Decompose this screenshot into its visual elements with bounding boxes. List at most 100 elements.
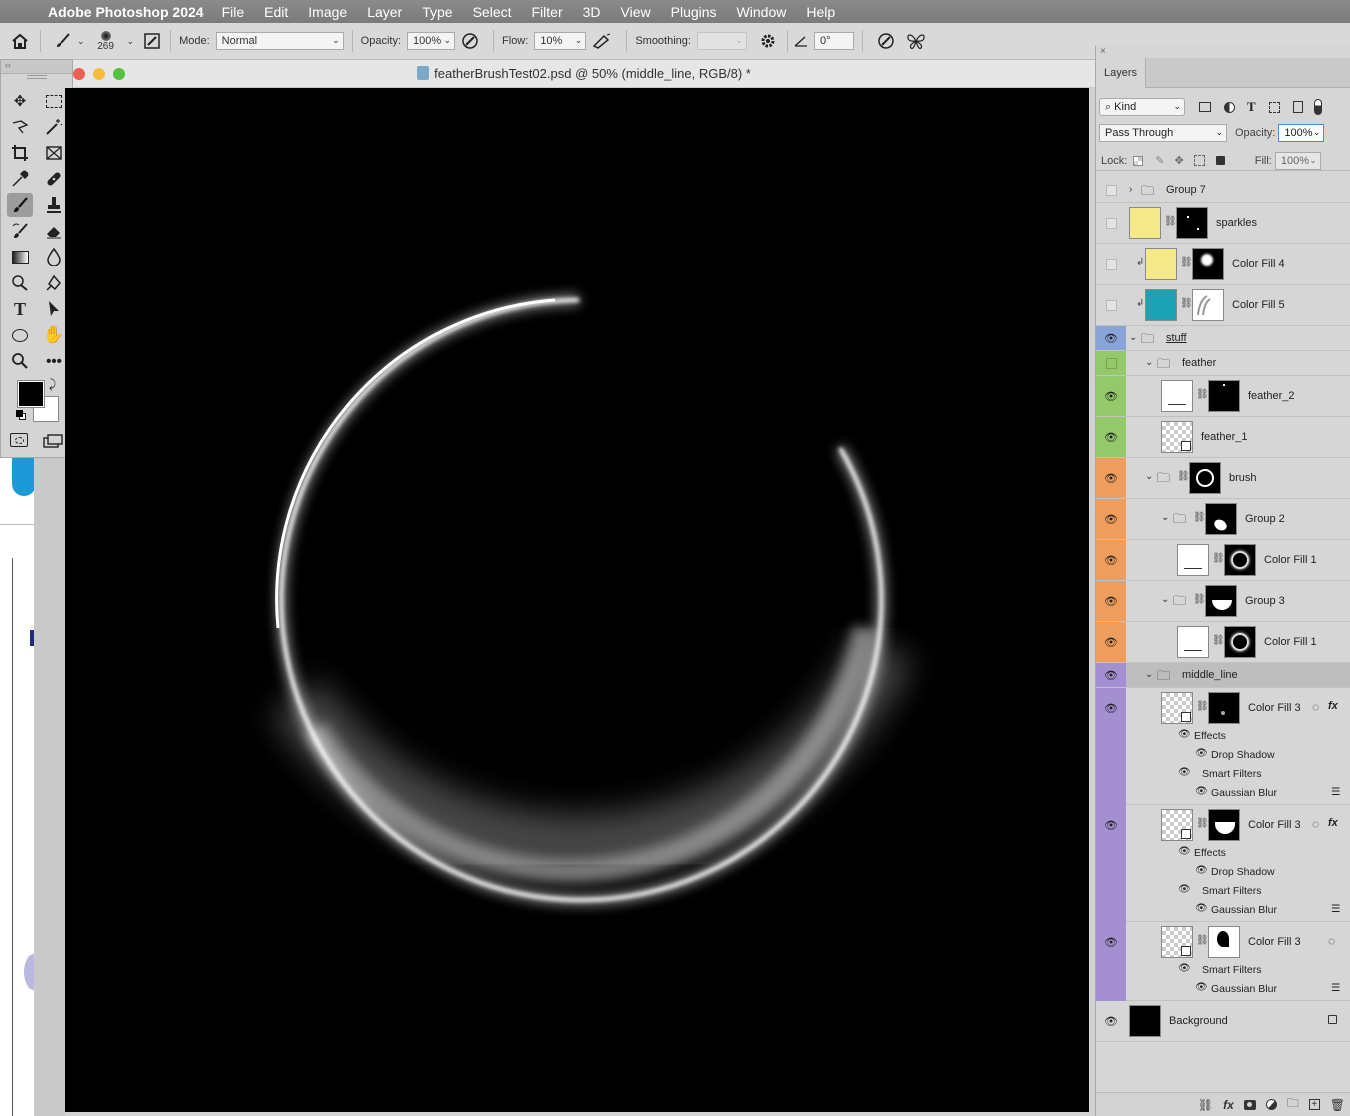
drop-shadow-row[interactable]: 👁 Drop Shadow <box>1096 746 1350 765</box>
menu-type[interactable]: Type <box>422 4 452 20</box>
link-icon[interactable]: ⛓ <box>1212 635 1225 646</box>
visibility-toggle[interactable] <box>1096 179 1126 202</box>
smart-filters-row[interactable]: 👁 Smart Filters <box>1096 961 1350 980</box>
add-mask-icon[interactable] <box>1243 1099 1256 1110</box>
default-colors-icon[interactable] <box>16 410 26 420</box>
path-selection-tool-icon[interactable] <box>41 297 67 321</box>
link-icon[interactable]: ⛓ <box>1196 935 1209 946</box>
swap-colors-icon[interactable]: ⤸ <box>49 377 56 392</box>
chevron-down-icon[interactable]: ⌄ <box>1129 332 1137 343</box>
move-tool-icon[interactable]: ✥ <box>7 89 33 113</box>
menu-image[interactable]: Image <box>308 4 347 20</box>
filter-toggle-icon[interactable] <box>1313 99 1322 115</box>
pressure-opacity-icon[interactable] <box>455 32 485 50</box>
adjustment-filter-icon[interactable] <box>1224 101 1235 113</box>
link-icon[interactable]: ⛓ <box>1212 553 1225 564</box>
gaussian-blur-row[interactable]: 👁 Gaussian Blur ☰ <box>1096 784 1350 803</box>
visibility-toggle[interactable] <box>1096 285 1126 325</box>
chevron-down-icon[interactable]: ⌄ <box>1145 471 1153 482</box>
drop-shadow-row[interactable]: 👁 Drop Shadow <box>1096 863 1350 882</box>
fx-icon[interactable]: fx <box>1328 817 1338 829</box>
filter-blending-options-icon[interactable]: ☰ <box>1331 903 1340 915</box>
link-icon[interactable]: ⛓ <box>1196 818 1209 829</box>
lock-image-icon[interactable]: ✎ <box>1155 154 1164 167</box>
blend-mode-select[interactable]: Pass Through ⌄ <box>1099 124 1227 142</box>
layer-row-feather-group[interactable]: ⌄ 🗀 feather <box>1096 351 1350 376</box>
visibility-toggle[interactable] <box>1096 351 1126 375</box>
visibility-toggle[interactable]: 👁 <box>1096 663 1126 687</box>
link-icon[interactable]: ⛓ <box>1196 701 1209 712</box>
layer-row-color-fill-3[interactable]: 👁 ⛓ Color Fill 3 ◌ 👁 Smart Filters 👁 Gauss… <box>1096 922 1350 1001</box>
layer-row-color-fill-3[interactable]: 👁 ⛓ Color Fill 3 ◌ fx 👁 Effects 👁 Drop Sha… <box>1096 688 1350 805</box>
visibility-toggle[interactable]: 👁 <box>1096 499 1126 539</box>
magic-wand-tool-icon[interactable] <box>41 115 67 139</box>
lock-artboard-icon[interactable] <box>1193 155 1205 166</box>
menu-plugins[interactable]: Plugins <box>671 4 717 20</box>
menu-edit[interactable]: Edit <box>264 4 288 20</box>
link-icon[interactable]: ⛓ <box>1196 389 1209 400</box>
effects-row[interactable]: 👁 Effects <box>1096 727 1350 746</box>
menu-3d[interactable]: 3D <box>583 4 601 20</box>
tab-layers[interactable]: Layers <box>1096 58 1146 88</box>
marquee-tool-icon[interactable] <box>41 89 67 113</box>
crop-tool-icon[interactable] <box>7 141 33 165</box>
layer-row-middle-line[interactable]: 👁 ⌄ 🗀 middle_line <box>1096 663 1350 688</box>
visibility-toggle[interactable]: 👁 <box>1096 622 1126 662</box>
visibility-toggle[interactable] <box>1096 203 1126 243</box>
visibility-toggle[interactable]: 👁 <box>1096 326 1126 350</box>
menu-layer[interactable]: Layer <box>367 4 402 20</box>
filter-blending-options-icon[interactable]: ☰ <box>1331 786 1340 798</box>
link-icon[interactable]: ⛓ <box>1193 594 1206 605</box>
foreground-color-swatch[interactable] <box>17 380 45 408</box>
add-style-fx-icon[interactable]: fx <box>1223 1098 1234 1112</box>
pressure-size-icon[interactable] <box>871 32 901 50</box>
eye-icon[interactable]: 👁 <box>1195 982 1208 993</box>
eye-icon[interactable]: 👁 <box>1178 884 1191 895</box>
chevron-down-icon[interactable]: ⌄ <box>1145 669 1153 680</box>
link-icon[interactable]: ⛓ <box>1164 216 1177 227</box>
effects-row[interactable]: 👁 Effects <box>1096 844 1350 863</box>
lock-all-icon[interactable] <box>1215 156 1225 165</box>
quick-mask-icon[interactable] <box>10 433 28 447</box>
drag-handle-icon[interactable] <box>27 75 47 79</box>
clone-stamp-tool-icon[interactable] <box>41 193 67 217</box>
smart-object-filter-icon[interactable] <box>1292 101 1303 113</box>
screen-mode-icon[interactable] <box>43 434 63 451</box>
eraser-tool-icon[interactable] <box>41 219 67 243</box>
filter-blending-options-icon[interactable]: ☰ <box>1331 982 1340 994</box>
airbrush-icon[interactable] <box>586 33 618 49</box>
smart-filters-row[interactable]: 👁 Smart Filters <box>1096 882 1350 901</box>
brush-preset-picker[interactable]: 269 <box>93 30 119 52</box>
healing-brush-tool-icon[interactable] <box>41 167 67 191</box>
smoothing-input[interactable]: ⌄ <box>696 32 747 50</box>
menu-view[interactable]: View <box>621 4 651 20</box>
zoom-tool-icon[interactable] <box>7 349 33 373</box>
eyedropper-tool-icon[interactable] <box>7 167 33 191</box>
new-adjustment-layer-icon[interactable] <box>1265 1099 1277 1110</box>
new-layer-icon[interactable]: + <box>1308 1099 1320 1110</box>
flow-input[interactable]: 10% ⌄ <box>534 32 587 50</box>
fx-icon[interactable]: fx <box>1328 700 1338 712</box>
frame-tool-icon[interactable] <box>41 141 67 165</box>
type-tool-icon[interactable]: T <box>7 297 33 321</box>
visibility-toggle[interactable]: 👁 <box>1096 417 1126 457</box>
lock-transparent-icon[interactable] <box>1133 155 1144 166</box>
fill-input[interactable]: 100% ⌄ <box>1274 151 1321 170</box>
chevron-down-icon[interactable]: ⌄ <box>1161 594 1169 605</box>
visibility-toggle[interactable]: 👁 <box>1096 1001 1126 1041</box>
hand-tool-icon[interactable]: ✋ <box>41 323 67 347</box>
pixel-filter-icon[interactable] <box>1199 102 1211 112</box>
visibility-toggle[interactable]: 👁 <box>1096 581 1126 621</box>
app-name[interactable]: Adobe Photoshop 2024 <box>48 4 204 20</box>
menu-window[interactable]: Window <box>737 4 787 20</box>
brush-tool-icon[interactable] <box>49 32 77 50</box>
layer-row-feather-2[interactable]: 👁 ⛓ feather_2 <box>1096 376 1350 417</box>
toolbox-header[interactable]: ‹‹ <box>1 60 72 74</box>
layer-row-stuff[interactable]: 👁 ⌄ 🗀 stuff <box>1096 326 1350 351</box>
visibility-toggle[interactable]: 👁 <box>1096 376 1126 416</box>
link-icon[interactable]: ⛓ <box>1180 257 1193 268</box>
gear-icon[interactable] <box>753 33 783 49</box>
eye-icon[interactable]: 👁 <box>1178 963 1191 974</box>
eye-icon[interactable]: 👁 <box>1178 729 1191 740</box>
eye-icon[interactable]: 👁 <box>1195 865 1208 876</box>
